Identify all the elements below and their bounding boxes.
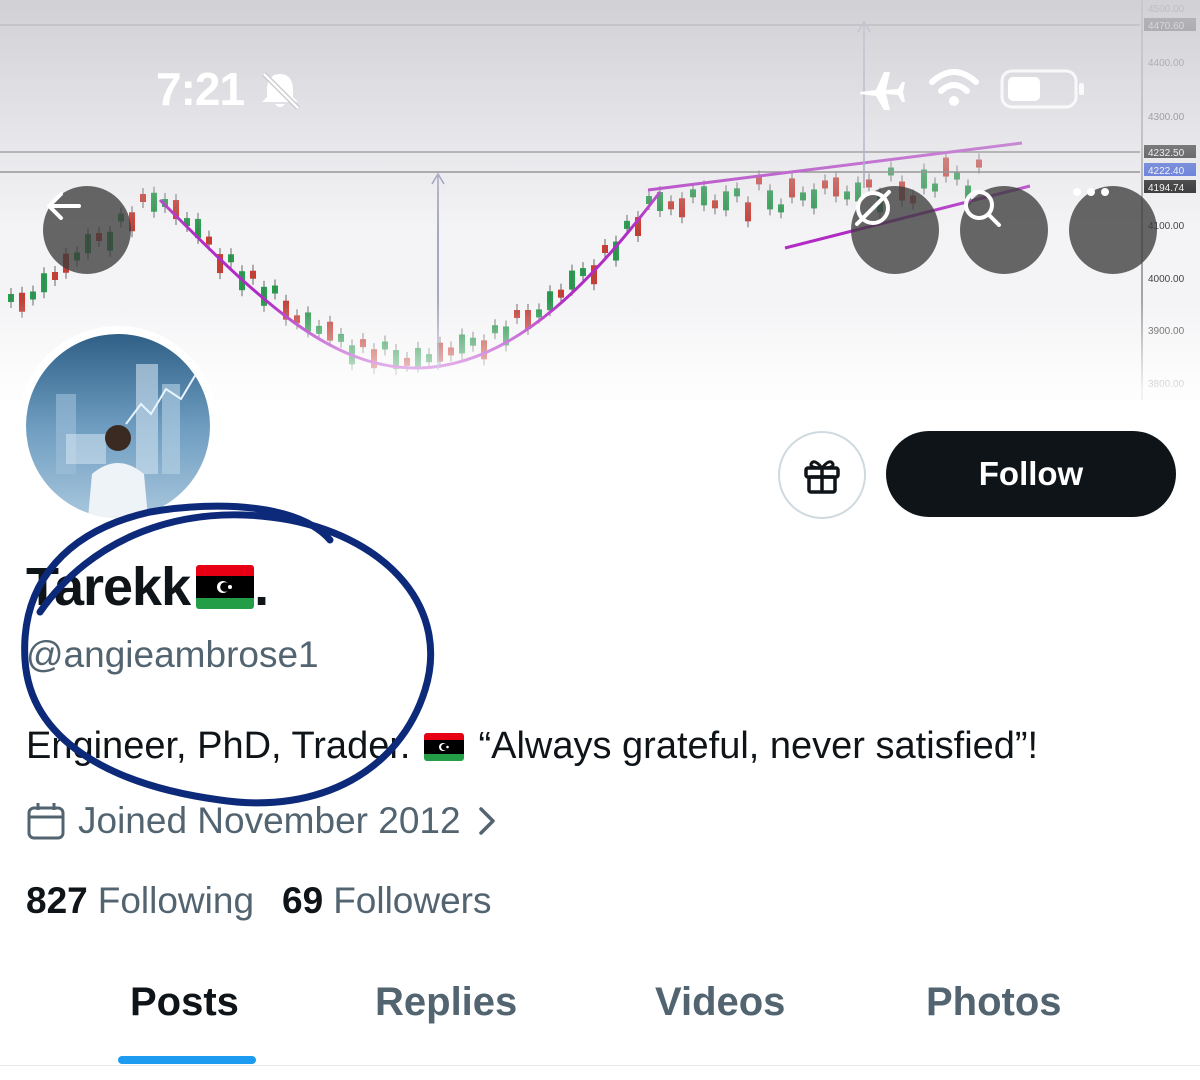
profile-banner[interactable]: 4500.004470.604400.004300.004232.504222.… [0,0,1200,400]
tab-replies[interactable]: Replies [375,980,517,1025]
tab-posts[interactable]: Posts [130,980,239,1025]
bio-text-1: Engineer, PhD, Trader. [26,725,411,767]
following-link[interactable]: 827 Following [26,880,254,922]
gift-icon [804,460,840,494]
followers-label: Followers [333,880,492,921]
tab-videos[interactable]: Videos [655,980,785,1025]
more-button[interactable] [1069,186,1157,274]
libya-flag-icon [196,565,255,609]
following-count: 827 [26,880,88,921]
arrow-left-icon [47,192,81,220]
follow-stats: 827 Following 69 Followers [26,880,492,922]
username-handle: @angieambrose1 [26,634,319,675]
profile-tabs: Posts Replies Videos Photos [0,960,1200,1066]
avatar[interactable] [18,326,218,526]
bell-slash-icon [262,72,300,110]
search-button[interactable] [960,186,1048,274]
search-icon [964,190,1001,227]
bio: Engineer, PhD, Trader. “Always grateful,… [26,725,1038,768]
bio-text-2: “Always grateful, never satisfied”! [478,725,1039,767]
tab-photos[interactable]: Photos [926,980,1062,1025]
follow-button[interactable]: Follow [886,431,1176,517]
active-tab-indicator [118,1056,256,1064]
back-button[interactable] [43,186,131,274]
grok-button[interactable] [851,186,939,274]
libya-flag-icon [424,732,465,761]
gift-button[interactable] [778,431,866,519]
followers-count: 69 [282,880,324,921]
followers-link[interactable]: 69 Followers [282,880,491,922]
joined-text: Joined November 2012 [78,800,461,841]
wifi-icon [929,69,979,106]
calendar-icon [27,803,65,840]
joined-date[interactable]: Joined November 2012 [26,800,499,842]
display-name-text: Tarekk [26,557,191,617]
display-name-suffix: . [254,557,269,617]
avatar-image [26,334,210,518]
airplane-icon [860,72,905,110]
following-label: Following [97,880,255,921]
grok-icon [855,190,891,226]
battery-icon [1000,69,1084,109]
more-icon [1073,188,1109,196]
chevron-right-icon [478,807,495,835]
display-name: Tarekk . [26,556,269,618]
status-time: 7:21 [156,63,245,115]
